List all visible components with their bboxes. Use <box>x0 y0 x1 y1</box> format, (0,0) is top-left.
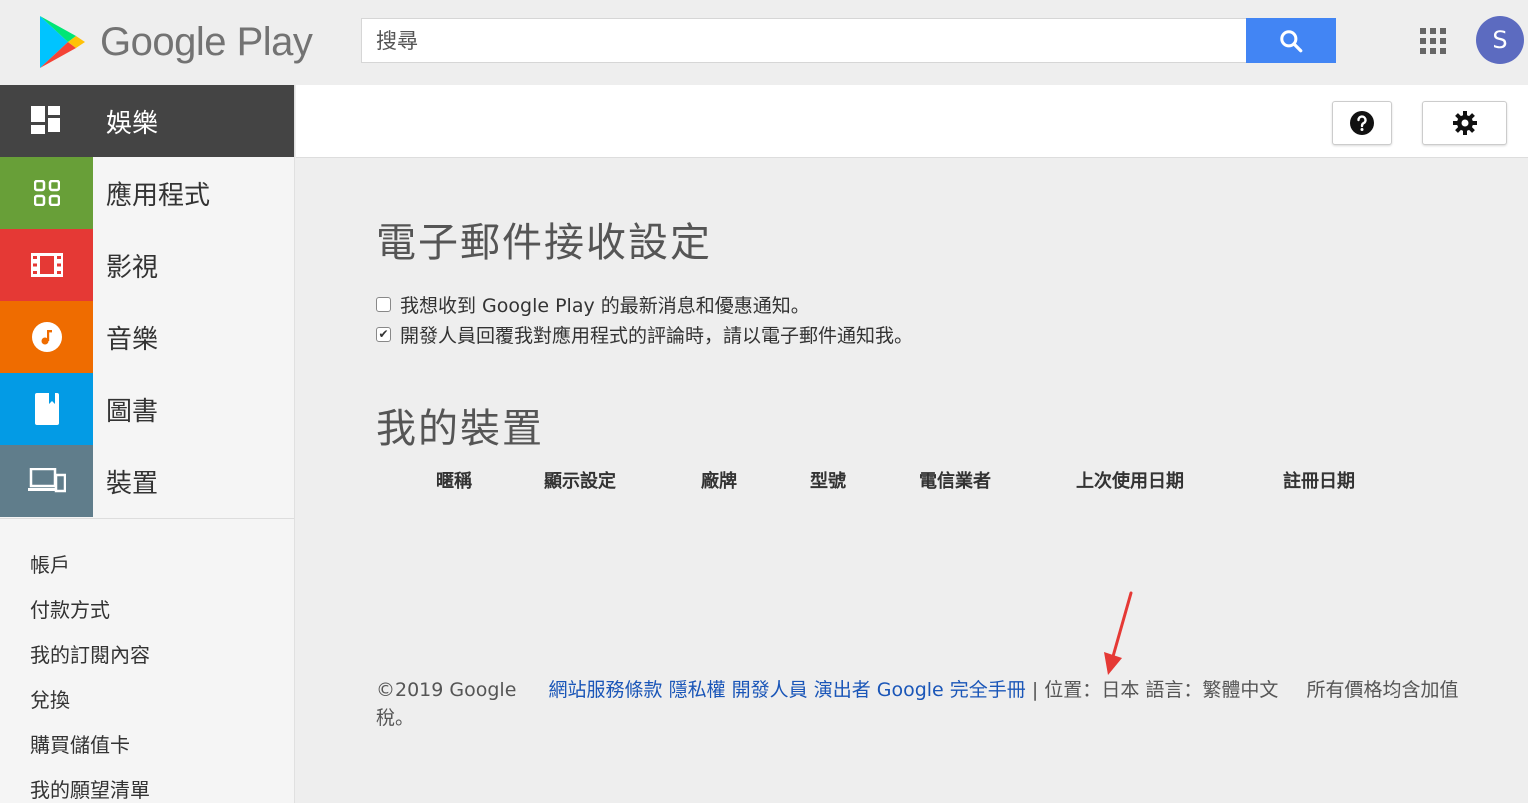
location-label: 位置： <box>1044 679 1102 701</box>
news-checkbox[interactable] <box>376 296 391 312</box>
column-header: 顯示設定 <box>544 471 616 492</box>
sidebar-item-music[interactable]: 音樂 <box>0 301 294 373</box>
google-play-logo[interactable]: Google Play <box>38 12 318 72</box>
footer-link-terms[interactable]: 網站服務條款 <box>549 679 663 701</box>
apps-grid-icon[interactable] <box>1420 28 1446 54</box>
column-header: 型號 <box>810 471 846 492</box>
entertainment-icon <box>0 85 93 157</box>
email-settings-title: 電子郵件接收設定 <box>376 220 712 266</box>
footer: ©2019 Google 網站服務條款 隱私權 開發人員 演出者 Google … <box>376 676 1476 732</box>
search-icon <box>1280 29 1303 52</box>
help-button[interactable] <box>1332 101 1392 145</box>
search-input[interactable] <box>361 18 1246 63</box>
sidebar-link-payment[interactable]: 付款方式 <box>0 586 294 631</box>
sidebar-item-label: 圖書 <box>106 396 159 427</box>
my-devices-title: 我的裝置 <box>376 406 544 452</box>
sidebar-item-label: 應用程式 <box>106 180 211 211</box>
sidebar-item-books[interactable]: 圖書 <box>0 373 294 445</box>
column-header: 註冊日期 <box>1283 471 1355 492</box>
sidebar-link-wishlist[interactable]: 我的願望清單 <box>0 766 294 803</box>
column-header: 暱稱 <box>436 471 472 492</box>
settings-button[interactable] <box>1422 101 1507 145</box>
sidebar-item-label: 裝置 <box>106 468 159 499</box>
footer-separator: | <box>1031 679 1039 701</box>
sidebar: 娛樂 應用程式 影視 音樂 圖書 裝置 帳戶 付款方式 我的訂閱內容 兌換 購買… <box>0 85 295 803</box>
sidebar-links: 帳戶 付款方式 我的訂閱內容 兌換 購買儲值卡 我的願望清單 <box>0 519 294 803</box>
logo-text: Google Play <box>100 19 313 64</box>
sidebar-link-redeem[interactable]: 兌換 <box>0 676 294 721</box>
sidebar-link-gift-card[interactable]: 購買儲值卡 <box>0 721 294 766</box>
avatar[interactable]: S <box>1476 16 1524 64</box>
footer-link-privacy[interactable]: 隱私權 <box>669 679 726 701</box>
sidebar-link-account[interactable]: 帳戶 <box>0 541 294 586</box>
sidebar-item-label: 影視 <box>106 252 159 283</box>
footer-link-google-guide[interactable]: Google 完全手冊 <box>877 679 1026 701</box>
sidebar-item-devices[interactable]: 裝置 <box>0 445 294 517</box>
play-logo-icon <box>40 16 85 68</box>
location-value[interactable]: 日本 <box>1101 679 1139 701</box>
book-icon <box>0 373 93 445</box>
devices-icon <box>0 445 93 517</box>
dev-reply-checkbox[interactable]: ✔ <box>376 326 391 342</box>
sidebar-item-label: 娛樂 <box>106 108 159 139</box>
checkbox-label: 我想收到 Google Play 的最新消息和優惠通知。 <box>400 294 810 317</box>
sidebar-item-label: 音樂 <box>106 324 159 355</box>
footer-link-artists[interactable]: 演出者 <box>814 679 871 701</box>
music-note-icon <box>0 301 93 373</box>
main-content: 電子郵件接收設定 我想收到 Google Play 的最新消息和優惠通知。 ✔ … <box>376 210 1476 492</box>
language-value[interactable]: 繁體中文 <box>1202 679 1278 701</box>
checkbox-row-news[interactable]: 我想收到 Google Play 的最新消息和優惠通知。 <box>376 294 1476 317</box>
annotation-arrow-icon <box>1104 591 1133 675</box>
sub-header <box>296 85 1528 158</box>
footer-link-developers[interactable]: 開發人員 <box>732 679 808 701</box>
sidebar-link-subscriptions[interactable]: 我的訂閱內容 <box>0 631 294 676</box>
sidebar-item-entertainment[interactable]: 娛樂 <box>0 85 294 157</box>
checkbox-label: 開發人員回覆我對應用程式的評論時，請以電子郵件通知我。 <box>400 324 914 347</box>
checkbox-row-dev-reply[interactable]: ✔ 開發人員回覆我對應用程式的評論時，請以電子郵件通知我。 <box>376 324 1476 347</box>
search-bar <box>361 18 1336 63</box>
top-bar: Google Play S <box>0 0 1528 85</box>
search-button[interactable] <box>1246 18 1336 63</box>
sidebar-item-movies[interactable]: 影視 <box>0 229 294 301</box>
copyright: ©2019 Google <box>376 679 517 701</box>
gear-icon <box>1452 111 1477 135</box>
apps-icon <box>0 157 93 229</box>
column-header: 廠牌 <box>701 471 737 492</box>
column-header: 上次使用日期 <box>1076 471 1184 492</box>
help-icon <box>1350 111 1374 135</box>
devices-table-header: 暱稱 顯示設定 廠牌 型號 電信業者 上次使用日期 註冊日期 <box>376 467 1476 492</box>
sidebar-item-apps[interactable]: 應用程式 <box>0 157 294 229</box>
film-icon <box>0 229 93 301</box>
language-label: 語言： <box>1145 679 1203 701</box>
column-header: 電信業者 <box>919 471 991 492</box>
